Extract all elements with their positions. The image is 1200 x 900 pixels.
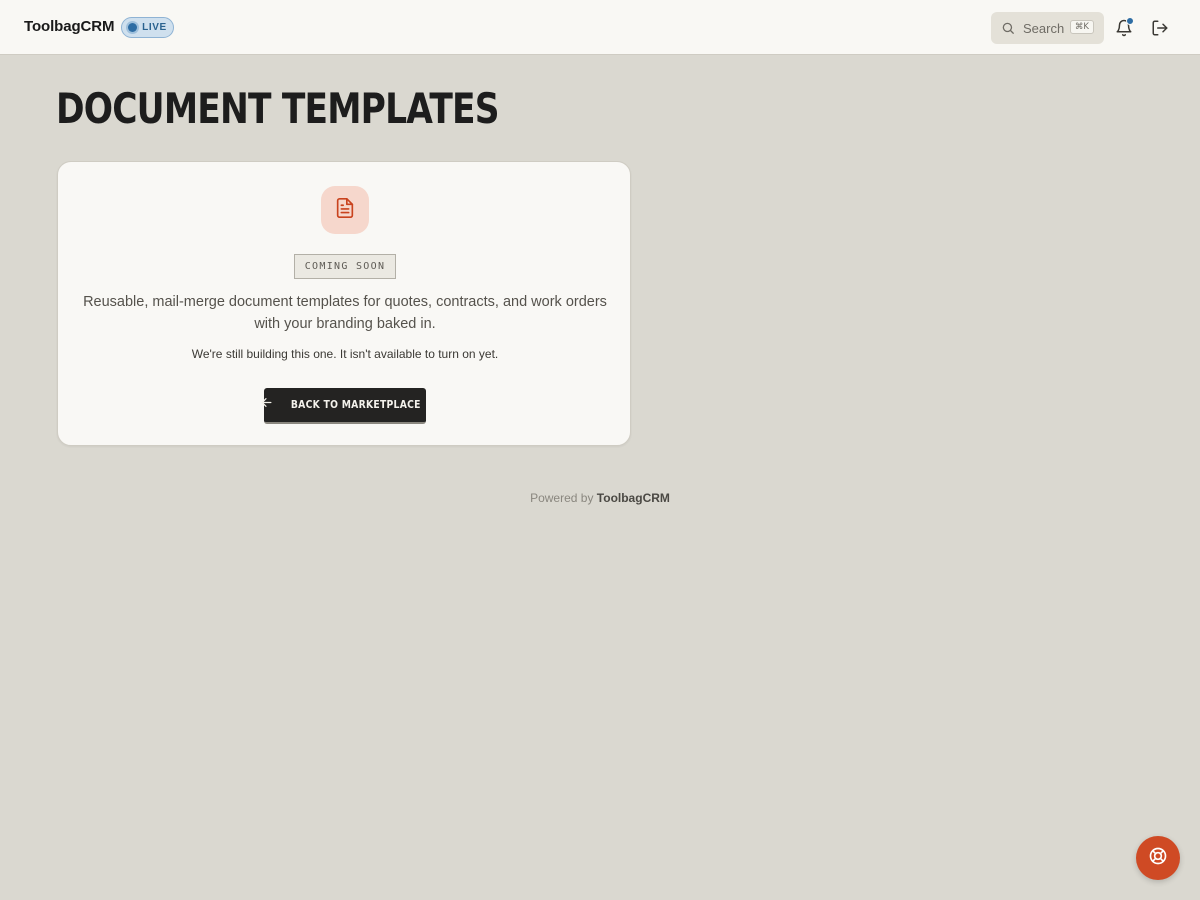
availability-note: We're still building this one. It isn't … bbox=[191, 347, 499, 361]
notification-indicator-dot bbox=[1126, 17, 1134, 25]
search-button[interactable]: Search ⌘K bbox=[991, 12, 1104, 44]
back-to-marketplace-button[interactable]: BACK TO MARKETPLACE bbox=[261, 388, 426, 424]
page-title: DOCUMENT TEMPLATES bbox=[56, 84, 500, 133]
coming-soon-card: COMING SOON Reusable, mail-merge documen… bbox=[57, 161, 631, 446]
arrow-left-icon bbox=[260, 396, 273, 414]
brand-logo[interactable]: ToolbagCRM bbox=[24, 18, 114, 35]
powered-by-footer: Powered by ToolbagCRM bbox=[0, 491, 1200, 505]
document-icon bbox=[334, 196, 356, 225]
live-status-badge: LIVE bbox=[121, 17, 174, 38]
search-shortcut-hint: ⌘K bbox=[1069, 20, 1094, 34]
coming-soon-badge: COMING SOON bbox=[294, 254, 396, 279]
live-dot-icon bbox=[128, 23, 138, 32]
lifebuoy-icon bbox=[1148, 846, 1168, 871]
search-icon bbox=[1001, 21, 1015, 35]
footer-brand-link[interactable]: ToolbagCRM bbox=[597, 491, 670, 505]
footer-prefix: Powered by bbox=[530, 491, 594, 505]
feature-description: Reusable, mail-merge document templates … bbox=[83, 294, 607, 332]
document-icon-tile bbox=[321, 186, 369, 234]
logout-icon[interactable] bbox=[1151, 19, 1169, 37]
live-badge-label: LIVE bbox=[142, 22, 167, 33]
help-button[interactable] bbox=[1136, 836, 1180, 880]
back-button-label: BACK TO MARKETPLACE bbox=[291, 399, 421, 411]
search-label: Search bbox=[1023, 20, 1065, 36]
top-bar: ToolbagCRM LIVE Search ⌘K bbox=[0, 0, 1200, 55]
